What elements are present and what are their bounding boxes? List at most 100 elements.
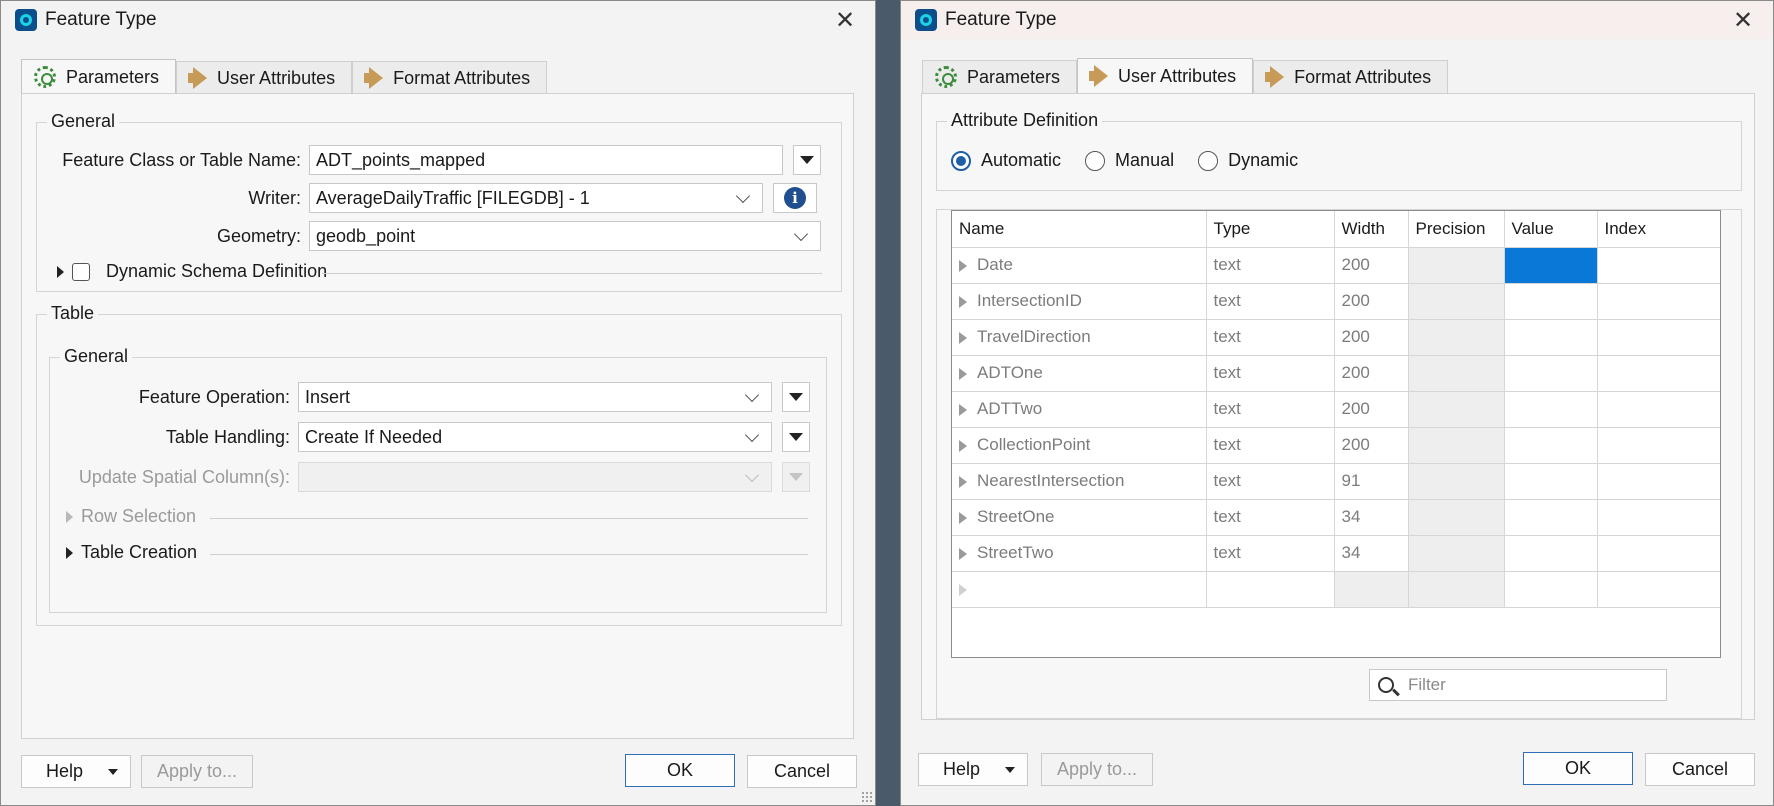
width-cell[interactable]: 200 bbox=[1333, 391, 1409, 428]
table-creation-expander[interactable]: Table Creation bbox=[66, 542, 197, 563]
name-cell[interactable]: Date bbox=[952, 247, 1207, 284]
tab-format-attributes[interactable]: Format Attributes bbox=[1253, 60, 1449, 93]
table-row[interactable]: Date text 200 bbox=[952, 247, 1720, 284]
width-cell[interactable]: 200 bbox=[1333, 247, 1409, 284]
radio-dynamic[interactable] bbox=[1198, 150, 1219, 171]
type-cell[interactable]: text bbox=[1206, 463, 1335, 500]
apply-to-button[interactable]: Apply to... bbox=[1041, 753, 1153, 786]
type-cell[interactable]: text bbox=[1206, 247, 1335, 284]
update-spatial-menu-button[interactable] bbox=[782, 462, 810, 492]
column-header-name[interactable]: Name bbox=[952, 211, 1207, 248]
width-cell[interactable] bbox=[1333, 571, 1409, 608]
column-header-precision[interactable]: Precision bbox=[1408, 211, 1505, 248]
width-cell[interactable]: 91 bbox=[1333, 463, 1409, 500]
width-cell[interactable]: 34 bbox=[1333, 499, 1409, 536]
geometry-select[interactable]: geodb_point bbox=[309, 221, 821, 251]
value-cell[interactable] bbox=[1504, 283, 1598, 320]
ok-button[interactable]: OK bbox=[1523, 752, 1633, 785]
width-cell[interactable]: 34 bbox=[1333, 535, 1409, 572]
index-cell[interactable] bbox=[1597, 427, 1720, 464]
value-cell-selected[interactable] bbox=[1504, 247, 1598, 284]
table-row[interactable]: TravelDirection text 200 bbox=[952, 319, 1720, 356]
index-cell[interactable] bbox=[1597, 319, 1720, 356]
table-handling-select[interactable]: Create If Needed bbox=[298, 422, 772, 452]
type-cell[interactable]: text bbox=[1206, 535, 1335, 572]
filter-input[interactable]: Filter bbox=[1369, 669, 1667, 701]
column-header-value[interactable]: Value bbox=[1504, 211, 1598, 248]
tab-parameters[interactable]: Parameters bbox=[922, 60, 1078, 93]
value-cell[interactable] bbox=[1504, 319, 1598, 356]
table-handling-menu-button[interactable] bbox=[782, 422, 810, 452]
tab-user-attributes[interactable]: User Attributes bbox=[176, 61, 353, 94]
width-cell[interactable]: 200 bbox=[1333, 319, 1409, 356]
table-row[interactable]: ADTOne text 200 bbox=[952, 355, 1720, 392]
name-cell[interactable]: IntersectionID bbox=[952, 283, 1207, 320]
resize-grip[interactable] bbox=[861, 791, 873, 803]
value-cell[interactable] bbox=[1504, 535, 1598, 572]
tab-format-attributes[interactable]: Format Attributes bbox=[352, 61, 548, 94]
close-button[interactable]: ✕ bbox=[829, 5, 861, 35]
dynamic-schema-checkbox[interactable] bbox=[72, 262, 90, 281]
apply-to-button[interactable]: Apply to... bbox=[141, 755, 253, 788]
ok-button[interactable]: OK bbox=[625, 754, 735, 787]
table-row[interactable]: NearestIntersection text 91 bbox=[952, 463, 1720, 500]
table-row[interactable]: IntersectionID text 200 bbox=[952, 283, 1720, 320]
help-button[interactable]: Help bbox=[21, 755, 131, 788]
value-cell[interactable] bbox=[1504, 463, 1598, 500]
dynamic-schema-expander[interactable]: Dynamic Schema Definition bbox=[57, 261, 327, 282]
type-cell[interactable]: text bbox=[1206, 427, 1335, 464]
writer-info-button[interactable]: i bbox=[773, 183, 817, 213]
index-cell[interactable] bbox=[1597, 355, 1720, 392]
index-cell[interactable] bbox=[1597, 571, 1720, 608]
name-cell[interactable]: StreetOne bbox=[952, 499, 1207, 536]
type-cell[interactable]: text bbox=[1206, 391, 1335, 428]
value-cell[interactable] bbox=[1504, 427, 1598, 464]
type-cell[interactable]: text bbox=[1206, 283, 1335, 320]
feature-class-input[interactable]: ADT_points_mapped bbox=[309, 145, 783, 175]
name-cell[interactable]: NearestIntersection bbox=[952, 463, 1207, 500]
cancel-button[interactable]: Cancel bbox=[1645, 753, 1755, 786]
table-row-new[interactable] bbox=[952, 571, 1720, 608]
table-row[interactable]: ADTTwo text 200 bbox=[952, 391, 1720, 428]
type-cell[interactable]: text bbox=[1206, 355, 1335, 392]
column-header-type[interactable]: Type bbox=[1206, 211, 1335, 248]
feature-class-menu-button[interactable] bbox=[793, 145, 821, 175]
feature-operation-select[interactable]: Insert bbox=[298, 382, 772, 412]
value-cell[interactable] bbox=[1504, 499, 1598, 536]
column-header-width[interactable]: Width bbox=[1334, 211, 1409, 248]
name-cell[interactable]: ADTOne bbox=[952, 355, 1207, 392]
radio-manual[interactable] bbox=[1085, 150, 1106, 171]
name-cell[interactable]: ADTTwo bbox=[952, 391, 1207, 428]
index-cell[interactable] bbox=[1597, 499, 1720, 536]
index-cell[interactable] bbox=[1597, 535, 1720, 572]
help-button[interactable]: Help bbox=[918, 753, 1028, 786]
width-cell[interactable]: 200 bbox=[1333, 427, 1409, 464]
radio-automatic[interactable] bbox=[951, 150, 971, 171]
name-cell[interactable]: StreetTwo bbox=[952, 535, 1207, 572]
column-header-index[interactable]: Index bbox=[1597, 211, 1720, 248]
type-cell[interactable] bbox=[1206, 571, 1335, 608]
table-row[interactable]: StreetOne text 34 bbox=[952, 499, 1720, 536]
feature-operation-menu-button[interactable] bbox=[782, 382, 810, 412]
value-cell[interactable] bbox=[1504, 391, 1598, 428]
update-spatial-select[interactable] bbox=[298, 462, 772, 492]
tab-parameters[interactable]: Parameters bbox=[21, 59, 177, 94]
width-cell[interactable]: 200 bbox=[1333, 355, 1409, 392]
width-cell[interactable]: 200 bbox=[1333, 283, 1409, 320]
index-cell[interactable] bbox=[1597, 247, 1720, 284]
name-cell[interactable] bbox=[952, 571, 1207, 608]
row-selection-expander[interactable]: Row Selection bbox=[66, 506, 196, 527]
close-button[interactable]: ✕ bbox=[1727, 5, 1759, 35]
writer-select[interactable]: AverageDailyTraffic [FILEGDB] - 1 bbox=[309, 183, 763, 213]
cancel-button[interactable]: Cancel bbox=[747, 755, 857, 788]
value-cell[interactable] bbox=[1504, 571, 1598, 608]
type-cell[interactable]: text bbox=[1206, 499, 1335, 536]
index-cell[interactable] bbox=[1597, 391, 1720, 428]
name-cell[interactable]: CollectionPoint bbox=[952, 427, 1207, 464]
index-cell[interactable] bbox=[1597, 283, 1720, 320]
index-cell[interactable] bbox=[1597, 463, 1720, 500]
table-row[interactable]: StreetTwo text 34 bbox=[952, 535, 1720, 572]
type-cell[interactable]: text bbox=[1206, 319, 1335, 356]
name-cell[interactable]: TravelDirection bbox=[952, 319, 1207, 356]
table-row[interactable]: CollectionPoint text 200 bbox=[952, 427, 1720, 464]
